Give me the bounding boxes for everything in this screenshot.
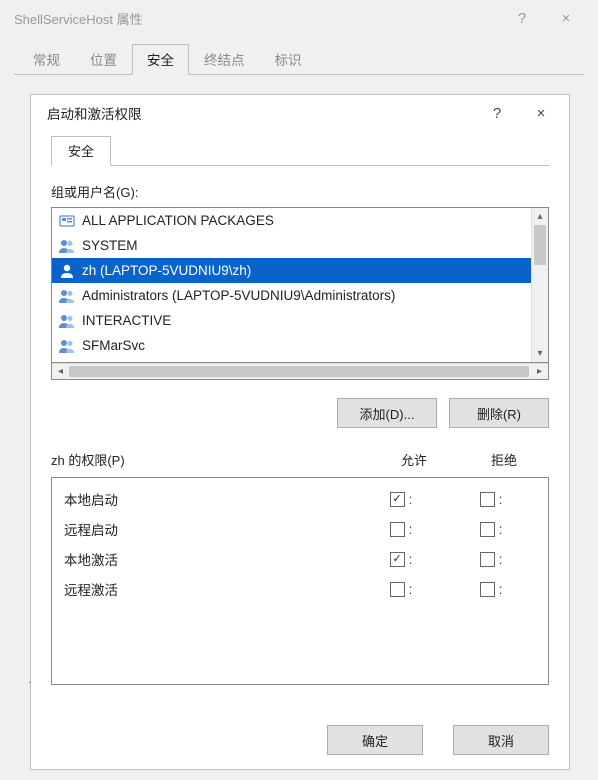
scroll-right-icon[interactable]: ▸ bbox=[531, 364, 548, 379]
list-item[interactable]: zh (LAPTOP-5VUDNIU9\zh) bbox=[52, 258, 531, 283]
users-scrollbar-horizontal[interactable]: ◂ ▸ bbox=[51, 363, 549, 380]
list-item[interactable]: SFMarSvc bbox=[52, 333, 531, 358]
list-item-label: INTERACTIVE bbox=[82, 313, 171, 328]
checkbox-deny[interactable] bbox=[480, 522, 495, 537]
scroll-left-icon[interactable]: ◂ bbox=[52, 364, 69, 379]
dialog-close-button[interactable]: × bbox=[519, 98, 563, 128]
tab-endpoint[interactable]: 终结点 bbox=[189, 44, 260, 75]
permissions-header-label: zh 的权限(P) bbox=[51, 450, 369, 469]
dialog-titlebar: 启动和激活权限 ? × bbox=[31, 95, 569, 131]
permission-label: 远程激活 bbox=[64, 579, 356, 599]
tab-security[interactable]: 安全 bbox=[132, 44, 189, 75]
user-buttons-row: 添加(D)... 删除(R) bbox=[51, 398, 549, 428]
permission-label: 本地激活 bbox=[64, 549, 356, 569]
checkbox-allow[interactable]: ✓ bbox=[390, 492, 405, 507]
remove-button[interactable]: 删除(R) bbox=[449, 398, 549, 428]
list-item-label: SFMarSvc bbox=[82, 338, 145, 353]
group-or-user-label: 组或用户名(G): bbox=[51, 182, 549, 201]
parent-window-title: ShellServiceHost 属性 bbox=[14, 9, 500, 28]
tab-general[interactable]: 常规 bbox=[18, 44, 75, 75]
list-item-label: ALL APPLICATION PACKAGES bbox=[82, 213, 274, 228]
parent-help-button[interactable]: ? bbox=[500, 3, 544, 33]
cancel-button[interactable]: 取消 bbox=[453, 725, 549, 755]
list-item[interactable]: Administrators (LAPTOP-5VUDNIU9\Administ… bbox=[52, 283, 531, 308]
permission-label: 本地启动 bbox=[64, 489, 356, 509]
permissions-box: 本地启动✓ : :远程启动 : :本地激活✓ : :远程激活 : : bbox=[51, 477, 549, 685]
permissions-col-allow: 允许 bbox=[369, 450, 459, 469]
dialog-help-button[interactable]: ? bbox=[475, 98, 519, 128]
list-item[interactable]: SYSTEM bbox=[52, 233, 531, 258]
scroll-thumb-h[interactable] bbox=[69, 366, 529, 377]
ok-button[interactable]: 确定 bbox=[327, 725, 423, 755]
permission-row: 远程激活 : : bbox=[52, 574, 548, 604]
checkbox-deny[interactable] bbox=[480, 492, 495, 507]
users-listbox[interactable]: ALL APPLICATION PACKAGES SYSTEM zh (LAPTOP… bbox=[51, 207, 549, 363]
users-group-icon bbox=[58, 337, 76, 355]
dialog-title: 启动和激活权限 bbox=[47, 103, 475, 123]
tab-location[interactable]: 位置 bbox=[75, 44, 132, 75]
users-scrollbar-vertical[interactable]: ▴ ▾ bbox=[531, 208, 548, 362]
users-group-icon bbox=[58, 312, 76, 330]
parent-titlebar: ShellServiceHost 属性 ? × bbox=[0, 0, 598, 36]
permission-row: 本地激活✓ : : bbox=[52, 544, 548, 574]
tab-identity[interactable]: 标识 bbox=[260, 44, 317, 75]
launch-activation-permissions-dialog: 启动和激活权限 ? × 安全 组或用户名(G): ALL APPLICATION… bbox=[30, 94, 570, 770]
list-item-label: Administrators (LAPTOP-5VUDNIU9\Administ… bbox=[82, 288, 395, 303]
checkbox-deny[interactable] bbox=[480, 552, 495, 567]
users-group-icon bbox=[58, 237, 76, 255]
dialog-body: 组或用户名(G): ALL APPLICATION PACKAGES SYSTEM… bbox=[31, 166, 569, 685]
list-item[interactable]: ALL APPLICATION PACKAGES bbox=[52, 208, 531, 233]
parent-tab-strip: 常规 位置 安全 终结点 标识 bbox=[0, 36, 598, 74]
parent-close-button[interactable]: × bbox=[544, 3, 588, 33]
permission-label: 远程启动 bbox=[64, 519, 356, 539]
user-icon bbox=[58, 262, 76, 280]
permission-row: 本地启动✓ : : bbox=[52, 484, 548, 514]
scroll-down-icon[interactable]: ▾ bbox=[532, 345, 548, 362]
scroll-up-icon[interactable]: ▴ bbox=[532, 208, 548, 225]
dialog-bottom-buttons: 确定 取消 bbox=[327, 725, 549, 755]
checkbox-allow[interactable] bbox=[390, 522, 405, 537]
list-item[interactable]: INTERACTIVE bbox=[52, 308, 531, 333]
package-icon bbox=[58, 212, 76, 230]
checkbox-allow[interactable] bbox=[390, 582, 405, 597]
users-group-icon bbox=[58, 287, 76, 305]
list-item-label: zh (LAPTOP-5VUDNIU9\zh) bbox=[82, 263, 251, 278]
dialog-tab-security[interactable]: 安全 bbox=[51, 136, 111, 166]
checkbox-allow[interactable]: ✓ bbox=[390, 552, 405, 567]
checkbox-deny[interactable] bbox=[480, 582, 495, 597]
dialog-tab-strip: 安全 bbox=[31, 131, 569, 165]
permissions-col-deny: 拒绝 bbox=[459, 450, 549, 469]
permission-row: 远程启动 : : bbox=[52, 514, 548, 544]
scroll-track[interactable] bbox=[532, 225, 548, 345]
scroll-track-h[interactable] bbox=[69, 364, 531, 379]
list-item-label: SYSTEM bbox=[82, 238, 138, 253]
permissions-header: zh 的权限(P) 允许 拒绝 bbox=[51, 450, 549, 469]
add-button[interactable]: 添加(D)... bbox=[337, 398, 437, 428]
scroll-thumb[interactable] bbox=[534, 225, 546, 265]
